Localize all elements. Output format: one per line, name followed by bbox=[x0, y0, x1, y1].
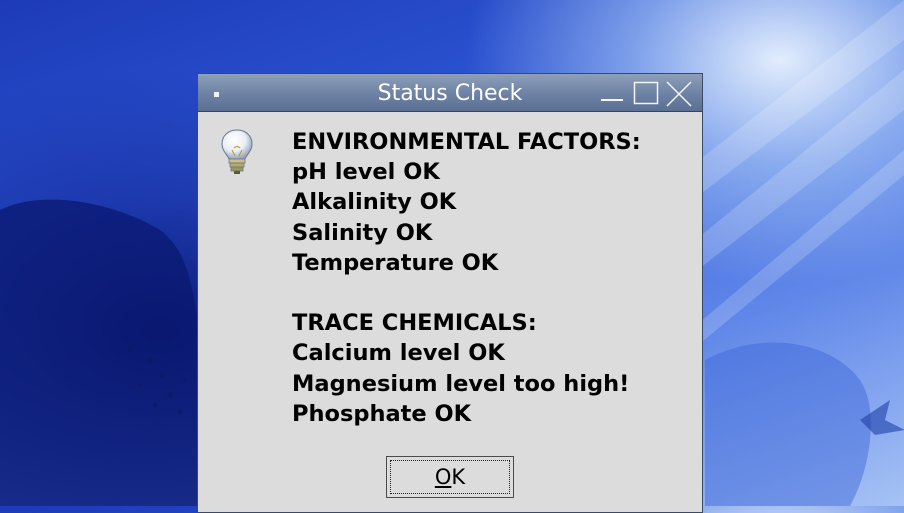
lightbulb-icon bbox=[220, 128, 254, 176]
message-line: Temperature OK bbox=[292, 249, 499, 276]
status-message: ENVIRONMENTAL FACTORS: pH level OK Alkal… bbox=[292, 127, 641, 429]
titlebar[interactable]: Status Check bbox=[198, 74, 702, 112]
message-line: Calcium level OK bbox=[292, 340, 505, 367]
message-line: TRACE CHEMICALS: bbox=[292, 310, 537, 337]
ok-label-rest: K bbox=[451, 465, 466, 489]
minimize-icon[interactable] bbox=[598, 78, 628, 108]
message-line: pH level OK bbox=[292, 159, 440, 186]
message-line: Phosphate OK bbox=[292, 400, 472, 427]
message-line: Magnesium level too high! bbox=[292, 370, 630, 397]
maximize-icon[interactable] bbox=[631, 78, 661, 108]
ok-button[interactable]: OK bbox=[386, 456, 514, 498]
ok-button-label: OK bbox=[435, 465, 465, 489]
message-line: Alkalinity OK bbox=[292, 189, 457, 216]
status-check-dialog: Status Check ENVIRONMENTAL FACTORS: pH l… bbox=[197, 73, 703, 513]
message-line: ENVIRONMENTAL FACTORS: bbox=[292, 129, 641, 155]
message-line: Salinity OK bbox=[292, 219, 433, 246]
close-icon[interactable] bbox=[664, 78, 694, 108]
ok-mnemonic: O bbox=[434, 465, 452, 489]
